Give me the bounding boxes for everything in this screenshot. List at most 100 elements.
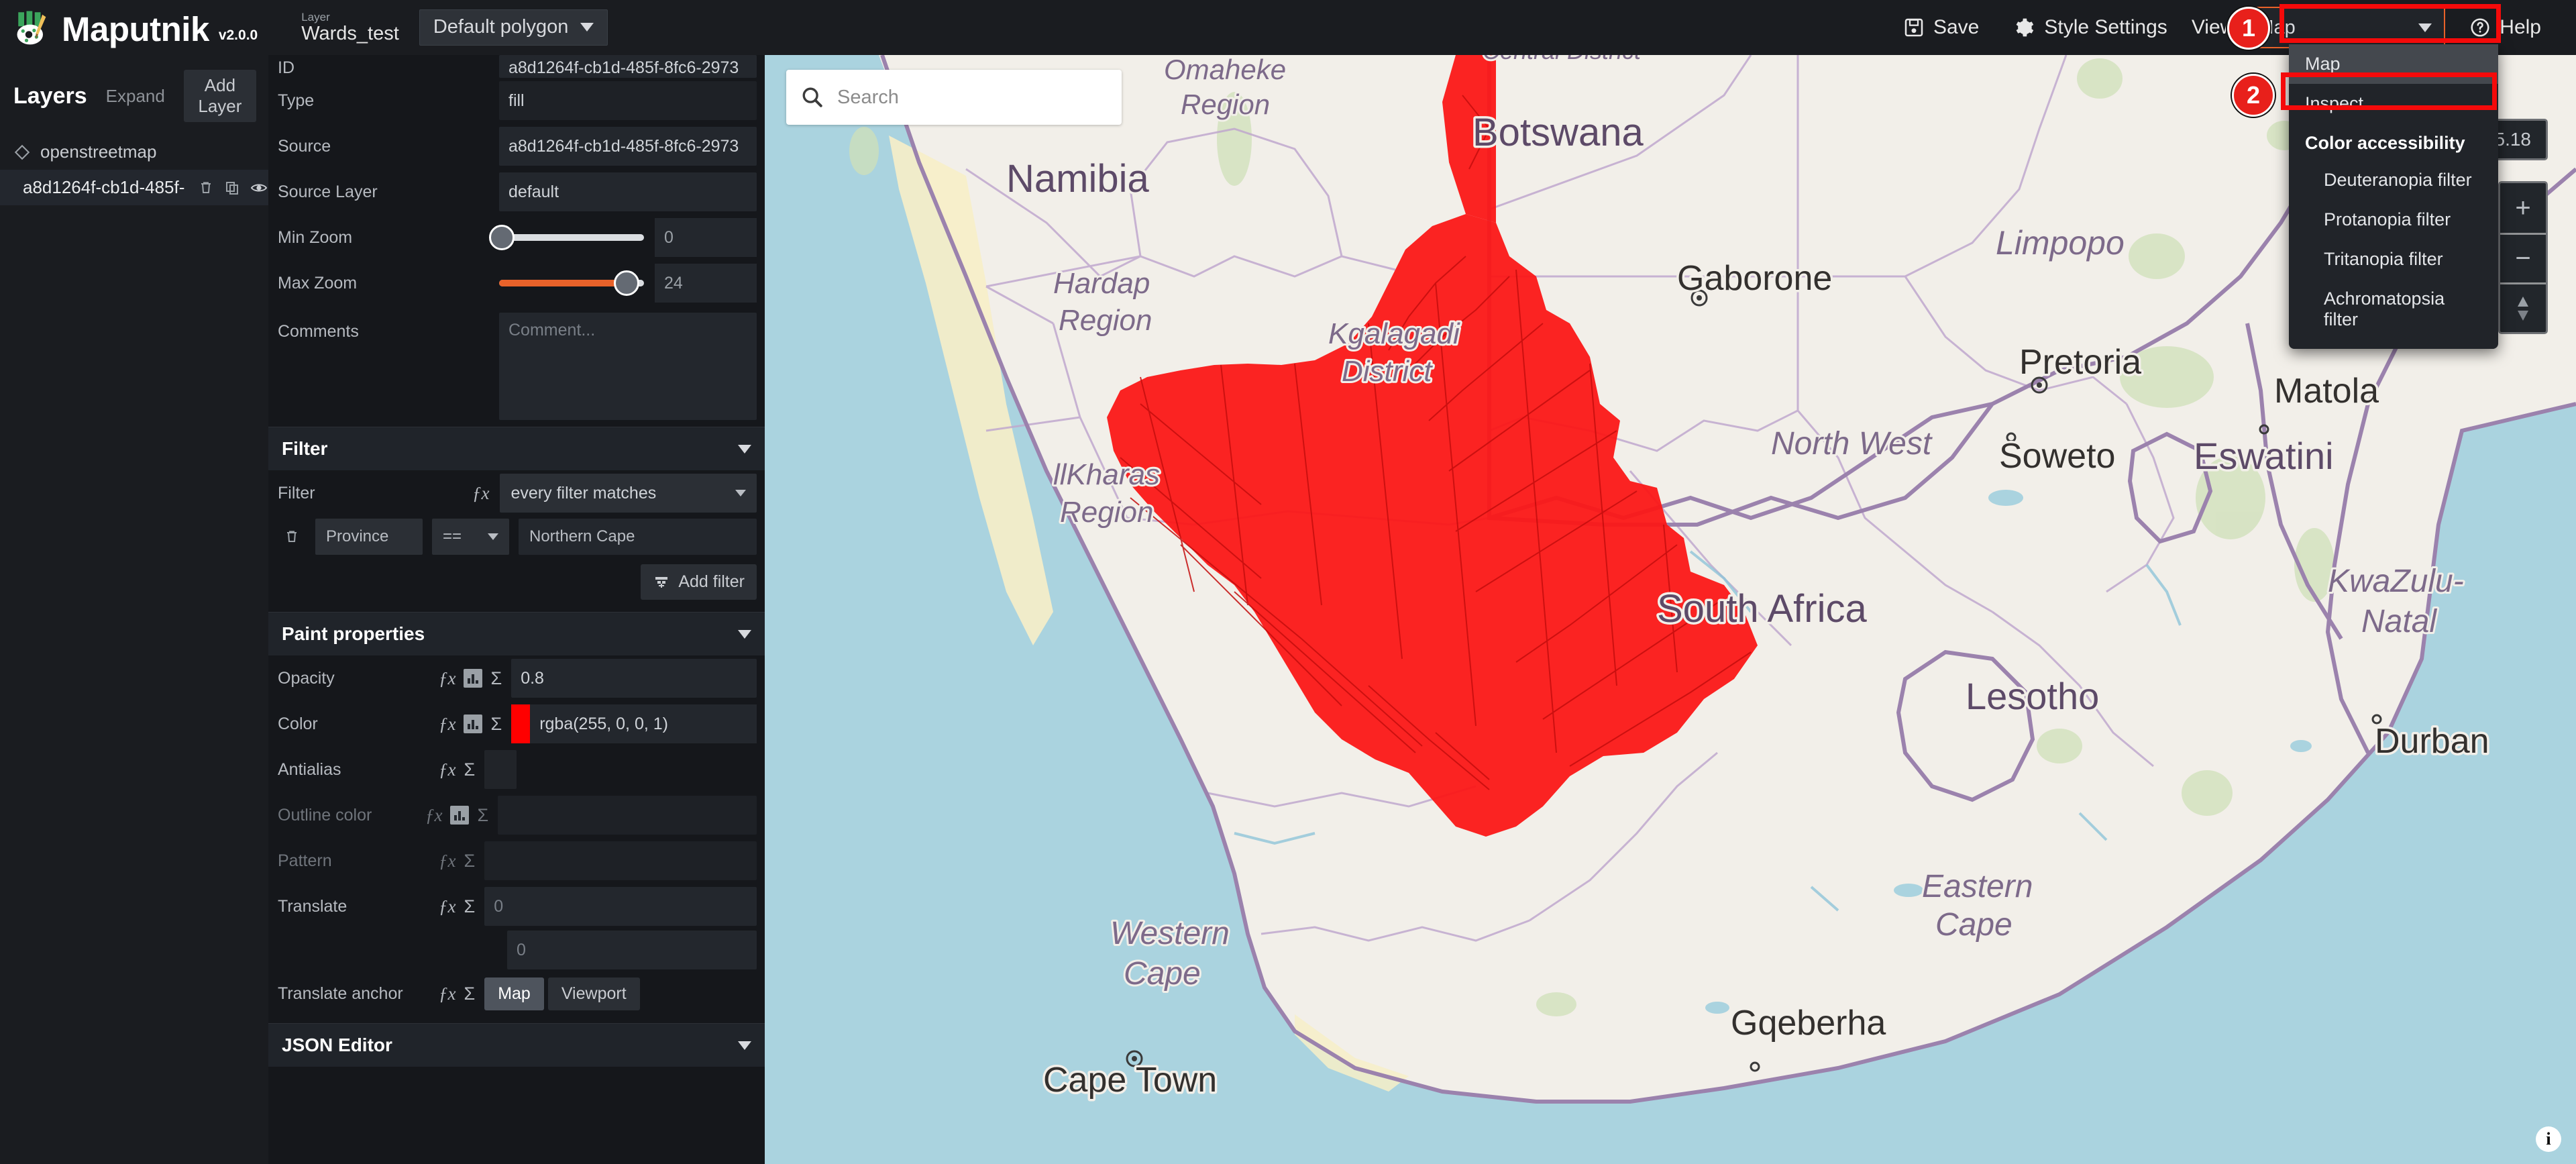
json-editor-section-header[interactable]: JSON Editor xyxy=(268,1023,765,1067)
delete-filter-button[interactable] xyxy=(278,528,306,545)
map-label: Namibia xyxy=(1006,157,1149,201)
opacity-expression-tools: ƒx Σ xyxy=(439,668,502,689)
min-zoom-value[interactable]: 0 xyxy=(655,218,757,257)
search-icon xyxy=(802,87,822,107)
filter-combinator-value: every filter matches xyxy=(511,483,657,502)
filter-rule-row: Province == Northern Cape xyxy=(268,516,765,558)
translate-x-input[interactable]: 0 xyxy=(484,887,757,926)
map-label: Omaheke xyxy=(1164,55,1286,85)
data-function-sigma-icon[interactable]: Σ xyxy=(490,668,502,689)
help-circle-icon xyxy=(2471,18,2489,37)
filter-section-header[interactable]: Filter xyxy=(268,427,765,470)
expression-fx-icon[interactable]: ƒx xyxy=(472,483,489,504)
outline-color-input[interactable] xyxy=(498,796,757,835)
chevron-down-icon xyxy=(735,490,746,496)
layer-row-actions xyxy=(198,180,268,196)
data-function-sigma-icon[interactable]: Σ xyxy=(464,851,475,871)
menu-item-protanopia-filter[interactable]: Protanopia filter xyxy=(2289,200,2498,240)
add-filter-button[interactable]: Add filter xyxy=(641,564,757,600)
menu-item-deuteranopia-filter[interactable]: Deuteranopia filter xyxy=(2289,160,2498,200)
view-mode-select[interactable]: Map xyxy=(2244,7,2446,48)
anchor-map-button[interactable]: Map xyxy=(484,977,544,1010)
source-layer-input[interactable]: default xyxy=(499,172,757,211)
layer-name: Wards_test xyxy=(301,22,399,44)
view-mode-dropdown-menu[interactable]: Map Inspect Color accessibility Deuteran… xyxy=(2289,44,2498,349)
antialias-checkbox[interactable] xyxy=(484,750,517,789)
menu-item-achromatopsia-filter[interactable]: Achromatopsia filter xyxy=(2289,279,2498,339)
data-function-sigma-icon[interactable]: Σ xyxy=(477,805,488,826)
filter-value-input[interactable]: Northern Cape xyxy=(519,519,757,555)
map-search-box[interactable]: Search xyxy=(786,70,1122,125)
menu-item-inspect[interactable]: Inspect xyxy=(2289,84,2498,123)
data-function-sigma-icon[interactable]: Σ xyxy=(464,896,475,917)
current-layer-info: Layer Wards_test xyxy=(301,11,399,44)
pattern-input[interactable] xyxy=(484,841,757,880)
source-input[interactable]: a8d1264f-cb1d-485f-8fc6-2973 xyxy=(499,127,757,166)
compass-reset-button[interactable] xyxy=(2500,282,2546,332)
comments-textarea[interactable]: Comment... xyxy=(499,313,757,420)
color-swatch[interactable] xyxy=(511,704,531,743)
trash-icon[interactable] xyxy=(198,180,214,196)
expression-fx-icon[interactable]: ƒx xyxy=(425,805,442,826)
json-editor-title: JSON Editor xyxy=(282,1035,392,1055)
map-label: Cape Town xyxy=(1043,1061,1217,1100)
expression-fx-icon[interactable]: ƒx xyxy=(439,851,455,871)
app-brand: Maputnik v2.0.0 xyxy=(0,9,258,46)
expression-fx-icon[interactable]: ƒx xyxy=(439,759,455,780)
copy-icon[interactable] xyxy=(224,180,240,196)
max-zoom-value[interactable]: 24 xyxy=(655,264,757,303)
menu-group-color-accessibility: Color accessibility xyxy=(2305,133,2465,153)
zoom-in-button[interactable]: + xyxy=(2500,183,2546,233)
anchor-viewport-button[interactable]: Viewport xyxy=(547,977,640,1010)
zoom-function-icon[interactable] xyxy=(464,669,483,688)
map-zoom-controls[interactable]: + − xyxy=(2498,181,2548,334)
expression-fx-icon[interactable]: ƒx xyxy=(439,668,455,689)
filter-operator-select[interactable]: == xyxy=(432,519,509,555)
id-input[interactable]: a8d1264f-cb1d-485f-8fc6-2973 xyxy=(499,55,757,78)
layer-kicker: Layer xyxy=(301,10,330,23)
menu-item-tritanopia-filter[interactable]: Tritanopia filter xyxy=(2289,240,2498,279)
filter-field-input[interactable]: Province xyxy=(315,519,423,555)
zoom-out-button[interactable]: − xyxy=(2500,233,2546,282)
map-label: Cape xyxy=(1935,907,2012,943)
zoom-function-icon[interactable] xyxy=(450,806,470,825)
layer-list-item-openstreetmap[interactable]: openstreetmap xyxy=(0,134,268,170)
style-settings-button[interactable]: Style Settings xyxy=(1996,0,2184,55)
color-input[interactable]: rgba(255, 0, 0, 1) xyxy=(530,704,757,743)
zoom-function-icon[interactable] xyxy=(464,715,483,733)
data-function-sigma-icon[interactable]: Σ xyxy=(490,714,502,735)
min-zoom-slider[interactable] xyxy=(489,225,644,250)
layer-properties-panel: ID a8d1264f-cb1d-485f-8fc6-2973 Type fil… xyxy=(268,55,765,1164)
antialias-label: Antialias xyxy=(278,759,341,779)
filter-combinator-select[interactable]: every filter matches xyxy=(500,474,757,513)
data-function-sigma-icon[interactable]: Σ xyxy=(464,984,475,1004)
opacity-row: Opacity ƒx Σ 0.8 xyxy=(268,655,765,701)
expand-layers-button[interactable]: Expand xyxy=(97,81,174,112)
eye-visibility-icon[interactable] xyxy=(250,180,268,196)
chevron-down-icon xyxy=(580,23,594,32)
polygon-preset-select[interactable]: Default polygon xyxy=(419,9,608,46)
trash-icon xyxy=(287,531,297,542)
chevron-down-icon xyxy=(738,1041,751,1050)
menu-item-map[interactable]: Map xyxy=(2289,44,2498,84)
attribution-info-icon[interactable]: i xyxy=(2536,1126,2561,1152)
comments-row: Comments Comment... xyxy=(268,306,765,427)
map-search-placeholder: Search xyxy=(837,86,899,108)
layers-panel-header: Layers Expand Add Layer xyxy=(0,55,268,122)
pattern-expression-tools: ƒx Σ xyxy=(439,851,475,871)
expression-fx-icon[interactable]: ƒx xyxy=(439,896,455,917)
min-zoom-row: Min Zoom 0 xyxy=(268,215,765,260)
max-zoom-slider[interactable] xyxy=(499,270,644,296)
save-button[interactable]: Save xyxy=(1886,0,1996,55)
translate-y-input[interactable]: 0 xyxy=(507,931,757,969)
add-layer-button[interactable]: Add Layer xyxy=(183,70,256,122)
expression-fx-icon[interactable]: ƒx xyxy=(439,984,455,1004)
paint-section-header[interactable]: Paint properties xyxy=(268,612,765,655)
data-function-sigma-icon[interactable]: Σ xyxy=(464,759,475,780)
pattern-row: Pattern ƒx Σ xyxy=(268,838,765,884)
expression-fx-icon[interactable]: ƒx xyxy=(439,714,455,735)
opacity-input[interactable]: 0.8 xyxy=(511,659,757,698)
layer-list-item-selected[interactable]: a8d1264f-cb1d-485f- xyxy=(0,170,268,205)
max-zoom-label: Max Zoom xyxy=(278,273,358,293)
pattern-label: Pattern xyxy=(278,851,332,870)
